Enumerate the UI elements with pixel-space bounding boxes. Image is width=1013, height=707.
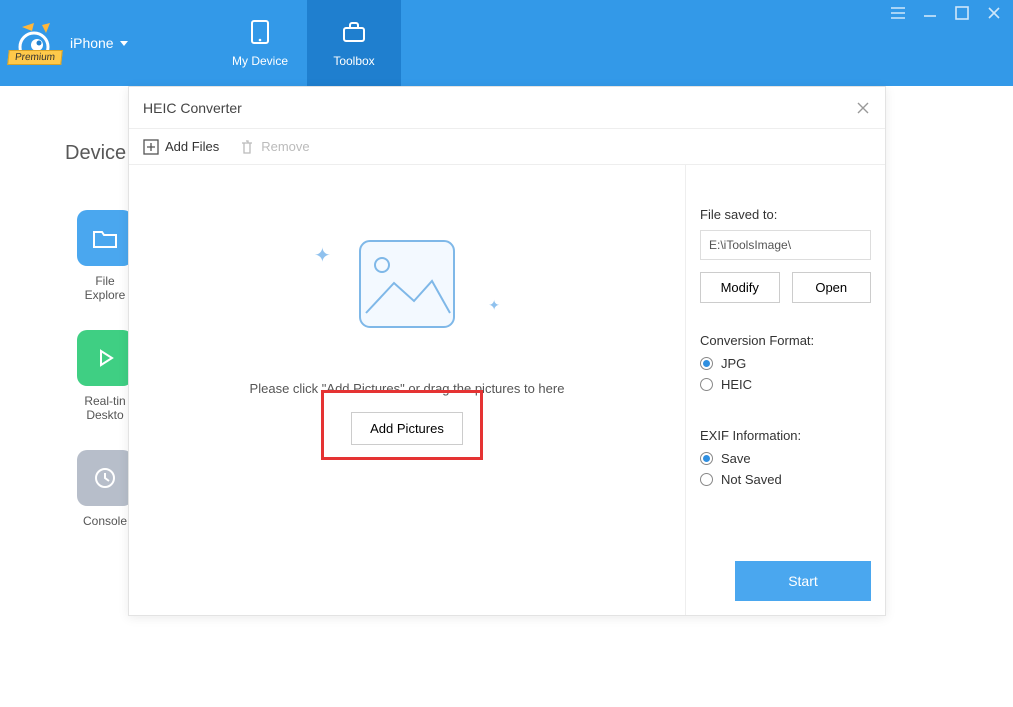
save-path-input[interactable] — [700, 230, 871, 260]
section-heading: Device — [65, 142, 126, 165]
chevron-down-icon — [120, 41, 128, 46]
image-placeholder-icon: ✦ ✦ — [342, 235, 472, 335]
format-radio-jpg[interactable]: JPG — [700, 356, 871, 371]
exif-radio-save[interactable]: Save — [700, 451, 871, 466]
device-label: iPhone — [70, 35, 114, 51]
modal-close-button[interactable] — [855, 100, 871, 116]
add-pictures-button[interactable]: Add Pictures — [351, 412, 463, 445]
radio-label: Save — [721, 451, 751, 466]
format-radio-heic[interactable]: HEIC — [700, 377, 871, 392]
tab-label: Toolbox — [333, 54, 374, 68]
radio-icon — [700, 378, 713, 391]
tab-toolbox[interactable]: Toolbox — [307, 0, 401, 86]
modify-button[interactable]: Modify — [700, 272, 780, 303]
exif-label: EXIF Information: — [700, 428, 871, 443]
options-panel: File saved to: Modify Open Conversion Fo… — [685, 165, 885, 615]
radio-icon — [700, 452, 713, 465]
heic-converter-modal: HEIC Converter Add Files Remove ✦ ✦ — [128, 86, 886, 616]
play-icon — [77, 330, 133, 386]
radio-icon — [700, 357, 713, 370]
sidebar-item-label: Real-tin Deskto — [74, 394, 136, 422]
sidebar-item-console[interactable]: Console — [74, 450, 136, 528]
premium-badge: Premium — [7, 50, 63, 65]
main-tabs: My Device Toolbox — [213, 0, 401, 86]
sidebar-item-realtime-desktop[interactable]: Real-tin Deskto — [74, 330, 136, 422]
sparkle-icon: ✦ — [488, 297, 500, 314]
sidebar-item-label: Console — [74, 514, 136, 528]
sidebar-item-label: File Explore — [74, 274, 136, 302]
button-label: Remove — [261, 139, 309, 154]
modal-header: HEIC Converter — [129, 87, 885, 129]
modal-title: HEIC Converter — [143, 100, 242, 116]
saved-to-label: File saved to: — [700, 207, 871, 222]
logo-area: Premium iPhone — [0, 0, 213, 86]
button-label: Add Files — [165, 139, 219, 154]
radio-label: Not Saved — [721, 472, 782, 487]
sidebar-item-file-explorer[interactable]: File Explore — [74, 210, 136, 302]
minimize-icon[interactable] — [921, 4, 939, 22]
drop-hint-text: Please click "Add Pictures" or drag the … — [250, 381, 565, 396]
radio-label: JPG — [721, 356, 746, 371]
radio-icon — [700, 473, 713, 486]
tablet-icon — [246, 18, 274, 46]
device-selector[interactable]: iPhone — [70, 35, 128, 51]
plus-square-icon — [143, 139, 159, 155]
add-files-button[interactable]: Add Files — [143, 139, 219, 155]
modal-toolbar: Add Files Remove — [129, 129, 885, 165]
menu-icon[interactable] — [889, 4, 907, 22]
modal-body: ✦ ✦ Please click "Add Pictures" or drag … — [129, 165, 885, 615]
folder-icon — [77, 210, 133, 266]
radio-label: HEIC — [721, 377, 752, 392]
remove-button: Remove — [239, 139, 309, 155]
drop-area[interactable]: ✦ ✦ Please click "Add Pictures" or drag … — [129, 165, 685, 615]
maximize-icon[interactable] — [953, 4, 971, 22]
tab-label: My Device — [232, 54, 288, 68]
sparkle-icon: ✦ — [314, 243, 331, 268]
toolbox-icon — [340, 18, 368, 46]
start-button[interactable]: Start — [735, 561, 871, 601]
clock-icon — [77, 450, 133, 506]
window-controls — [889, 4, 1003, 22]
tab-my-device[interactable]: My Device — [213, 0, 307, 86]
close-icon[interactable] — [985, 4, 1003, 22]
top-bar: Premium iPhone My Device Toolbox — [0, 0, 1013, 86]
open-button[interactable]: Open — [792, 272, 872, 303]
format-label: Conversion Format: — [700, 333, 871, 348]
exif-radio-not-saved[interactable]: Not Saved — [700, 472, 871, 487]
trash-icon — [239, 139, 255, 155]
